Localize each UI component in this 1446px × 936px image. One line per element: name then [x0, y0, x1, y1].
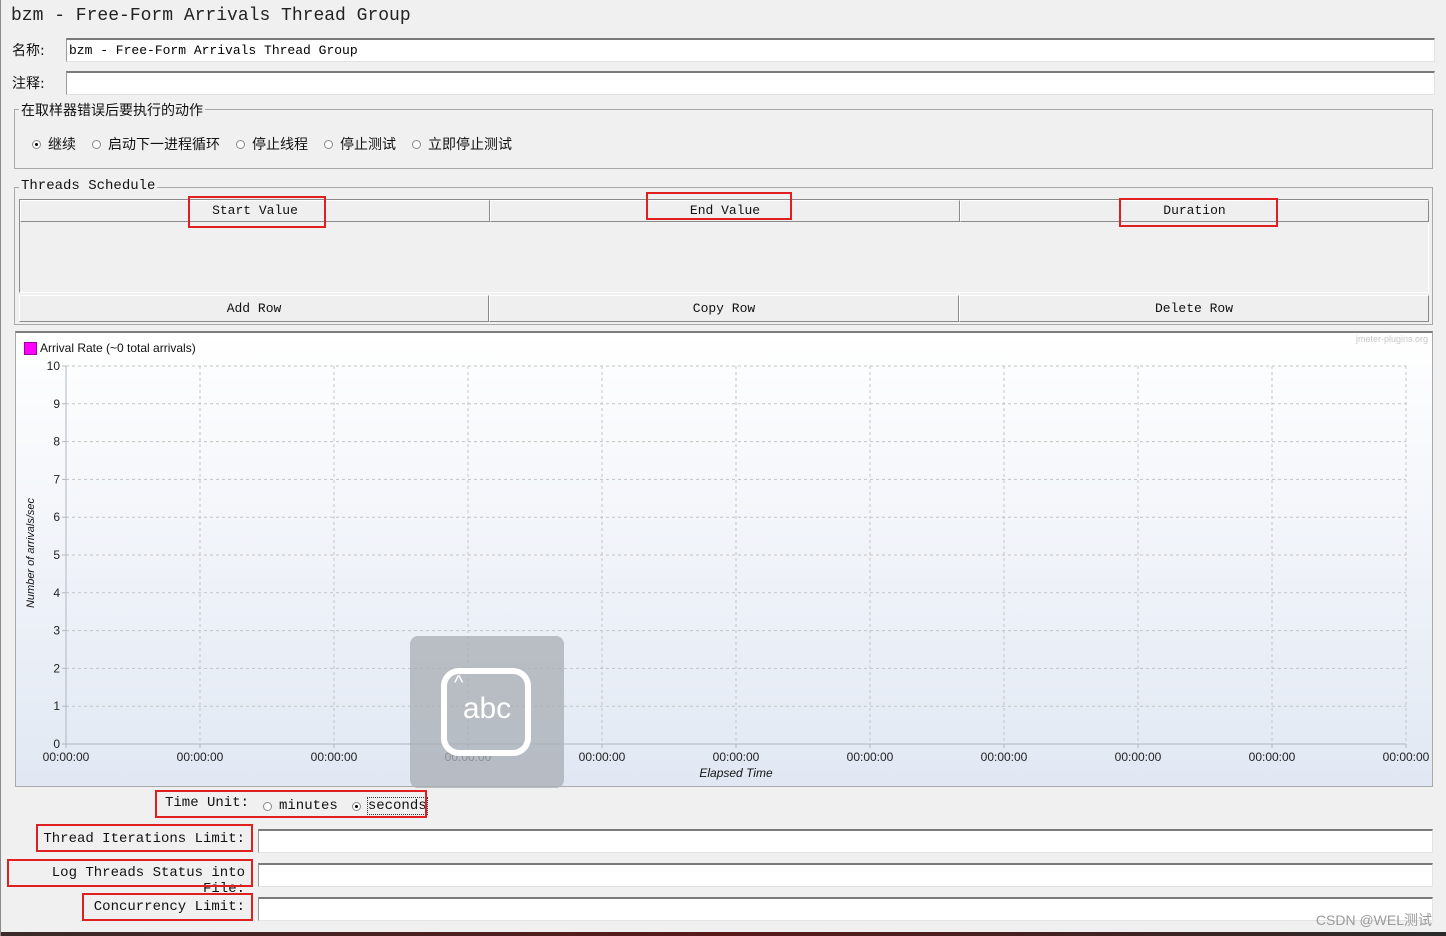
ime-overlay: abc ^	[410, 636, 564, 788]
thread-iterations-limit-label: Thread Iterations Limit:	[43, 831, 245, 847]
radio-seconds[interactable]: seconds	[351, 797, 428, 815]
x-tick-label: 00:00:00	[177, 750, 224, 764]
y-tick-label: 10	[47, 359, 61, 373]
taskbar-strip	[1, 932, 1446, 936]
radio-stop-test-now[interactable]: 立即停止测试	[412, 134, 512, 154]
chart-legend: Arrival Rate (~0 total arrivals)	[24, 341, 196, 355]
x-tick-label: 00:00:00	[43, 750, 90, 764]
y-tick-label: 9	[53, 397, 60, 411]
radio-continue[interactable]: 继续	[32, 134, 76, 154]
log-threads-status-label: Log Threads Status into File:	[51, 865, 245, 897]
arrival-rate-chart: 0 1 2 3 4 5 6 7 8 9 10 00:00:00 00:00:00 00:00:00 00:0…	[15, 331, 1433, 787]
ime-icon-text: abc	[462, 692, 512, 725]
chart-watermark: jmeter-plugins.org	[1355, 334, 1428, 344]
delete-row-button[interactable]: Delete Row	[959, 295, 1429, 322]
panel-title: bzm - Free-Form Arrivals Thread Group	[11, 6, 411, 26]
y-tick-label: 8	[53, 435, 60, 449]
legend-swatch-icon	[24, 341, 37, 355]
radio-start-next-loop[interactable]: 启动下一进程循环	[92, 134, 220, 154]
x-tick-label: 00:00:00	[713, 750, 760, 764]
chart-canvas: 0 1 2 3 4 5 6 7 8 9 10 00:00:00 00:00:00 00:00:00 00:0…	[43, 359, 1430, 764]
radio-icon[interactable]	[236, 139, 245, 149]
y-tick-label: 1	[53, 699, 60, 713]
radio-selected-icon[interactable]	[32, 139, 41, 149]
y-tick-label: 6	[53, 510, 60, 524]
column-header-end-value[interactable]: End Value	[490, 200, 960, 222]
sampler-error-group: 在取样器错误后要执行的动作 继续 启动下一进程循环 停止线程 停止测试 立即停止…	[14, 100, 1433, 169]
radio-icon[interactable]	[92, 139, 101, 149]
y-tick-label: 4	[53, 586, 60, 600]
x-tick-label: 00:00:00	[1383, 750, 1430, 764]
sampler-error-options: 继续 启动下一进程循环 停止线程 停止测试 立即停止测试	[32, 134, 528, 154]
sampler-error-title: 在取样器错误后要执行的动作	[19, 100, 205, 120]
radio-stop-thread[interactable]: 停止线程	[236, 134, 308, 154]
radio-icon[interactable]	[263, 801, 272, 811]
comment-label: 注释:	[12, 76, 45, 92]
radio-selected-icon[interactable]	[351, 801, 361, 811]
add-row-button[interactable]: Add Row	[19, 295, 489, 322]
x-tick-label: 00:00:00	[1115, 750, 1162, 764]
x-tick-label: 00:00:00	[847, 750, 894, 764]
caret-icon: ^	[454, 672, 464, 694]
x-tick-label: 00:00:00	[311, 750, 358, 764]
threads-schedule-title: Threads Schedule	[19, 178, 158, 194]
y-tick-label: 7	[53, 472, 60, 486]
column-header-start-value[interactable]: Start Value	[20, 200, 490, 222]
concurrency-limit-input[interactable]	[258, 897, 1433, 921]
csdn-watermark: CSDN @WEL测试	[1315, 912, 1432, 928]
y-axis-label: Number of arrivals/sec	[25, 497, 37, 609]
name-label: 名称:	[12, 43, 45, 59]
legend-label: Arrival Rate (~0 total arrivals)	[40, 341, 196, 355]
radio-icon[interactable]	[324, 139, 333, 149]
comment-input[interactable]	[66, 71, 1435, 95]
x-tick-label: 00:00:00	[981, 750, 1028, 764]
threads-schedule-group: Threads Schedule Start Value End Value D…	[14, 178, 1433, 325]
radio-stop-test[interactable]: 停止测试	[324, 134, 396, 154]
x-axis-label: Elapsed Time	[699, 766, 773, 780]
y-tick-label: 5	[53, 548, 60, 562]
copy-row-button[interactable]: Copy Row	[489, 295, 959, 322]
column-header-duration[interactable]: Duration	[960, 200, 1429, 222]
schedule-table: Start Value End Value Duration	[19, 199, 1429, 293]
x-tick-label: 00:00:00	[1249, 750, 1296, 764]
y-tick-label: 3	[53, 624, 60, 638]
concurrency-limit-label: Concurrency Limit:	[93, 899, 245, 915]
time-unit-label: Time Unit:	[165, 795, 250, 811]
y-tick-label: 2	[53, 661, 60, 675]
x-tick-label: 00:00:00	[579, 750, 626, 764]
name-input[interactable]	[66, 38, 1435, 62]
radio-icon[interactable]	[412, 139, 421, 149]
y-tick-label: 0	[53, 737, 60, 751]
time-unit-options: minutes seconds	[263, 797, 443, 815]
schedule-table-body[interactable]	[20, 222, 1428, 292]
radio-minutes[interactable]: minutes	[263, 798, 338, 814]
log-threads-status-input[interactable]	[258, 863, 1433, 887]
chart-grid	[66, 365, 1407, 744]
thread-iterations-limit-input[interactable]	[258, 829, 1433, 853]
